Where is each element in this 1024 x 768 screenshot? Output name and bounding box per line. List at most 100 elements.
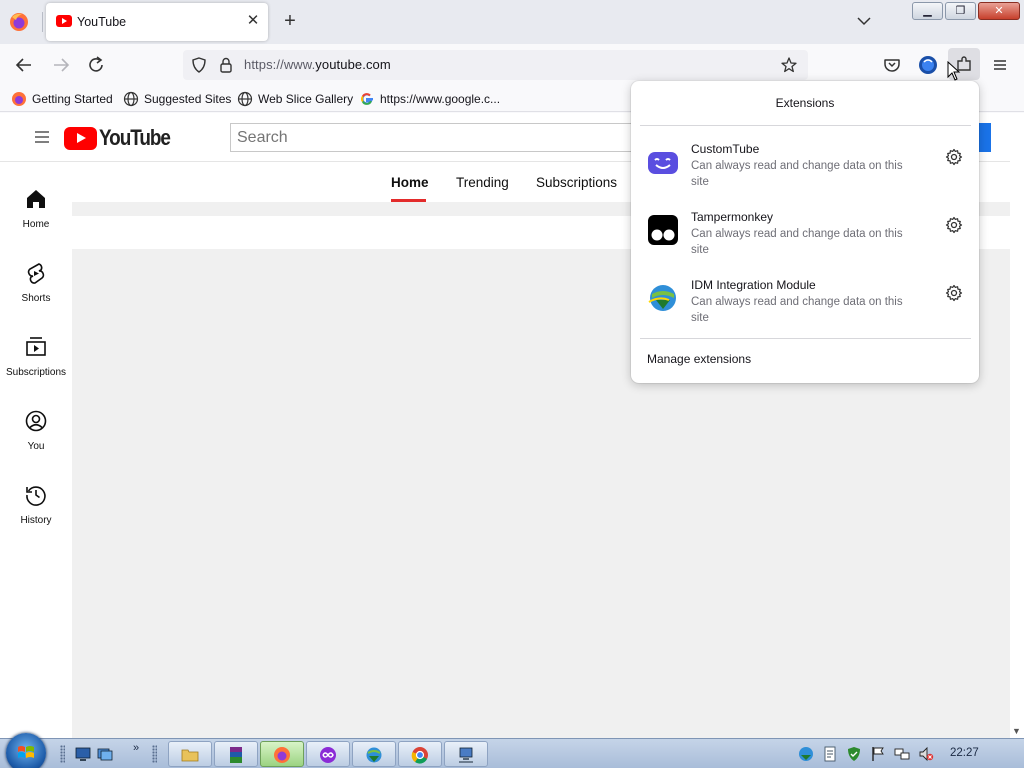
extensions-panel: Extensions CustomTube Can always read an… (631, 81, 979, 383)
bookmark-label: https://www.google.c... (380, 92, 501, 106)
divider (640, 338, 971, 339)
gear-icon[interactable] (945, 284, 963, 302)
bookmark-label: Web Slice Gallery (258, 92, 354, 106)
extensions-panel-title: Extensions (775, 96, 835, 110)
reload-icon[interactable] (84, 53, 108, 77)
taskbar-network-app-button[interactable] (444, 741, 488, 767)
close-window-button[interactable]: ✕ (978, 2, 1020, 20)
security-shield-tray-icon[interactable] (846, 746, 862, 762)
sidebar-item-label: History (20, 515, 52, 526)
forward-icon[interactable] (49, 53, 73, 77)
start-button[interactable] (6, 733, 46, 768)
sidebar-item-history[interactable]: History (0, 483, 72, 543)
manage-extensions-link[interactable]: Manage extensions (647, 352, 751, 366)
idm-icon (648, 285, 676, 311)
pocket-icon[interactable] (880, 53, 904, 77)
gear-icon[interactable] (945, 216, 963, 234)
gear-icon[interactable] (945, 148, 963, 166)
firefox-menu-icon[interactable] (8, 11, 30, 33)
document-tray-icon[interactable] (822, 746, 838, 762)
sidebar-item-label: You (27, 441, 45, 452)
taskbar-idm-button[interactable] (352, 741, 396, 767)
tab-trending[interactable]: Trending (456, 175, 509, 190)
extension-item-tampermonkey[interactable]: Tampermonkey Can always read and change … (631, 210, 979, 270)
bookmark-google[interactable]: https://www.google.c... (359, 91, 500, 107)
extension-item-idm[interactable]: IDM Integration Module Can always read a… (631, 278, 979, 338)
url-text[interactable]: https://www.youtube.com (244, 57, 391, 72)
scroll-down-arrow-icon[interactable]: ▼ (1012, 726, 1021, 736)
extension-name: CustomTube (691, 142, 760, 156)
taskbar-clock[interactable]: 22:27 (950, 747, 979, 759)
firefox-icon (274, 747, 290, 763)
volume-muted-icon[interactable] (918, 746, 934, 762)
tab-title: YouTube (77, 15, 127, 29)
taskbar-app-button[interactable] (306, 741, 350, 767)
window-controls: ▁ ❐ ✕ (912, 2, 1020, 20)
subscriptions-icon (26, 337, 46, 356)
app-menu-icon[interactable] (988, 53, 1012, 77)
back-icon[interactable] (12, 53, 36, 77)
tampermonkey-icon (648, 215, 678, 245)
taskbar-chrome-button[interactable] (398, 741, 442, 767)
network-tray-icon[interactable] (894, 746, 910, 762)
extension-item-customtube[interactable]: CustomTube Can always read and change da… (631, 142, 979, 202)
you-icon (25, 410, 47, 432)
bookmark-web-slice-gallery[interactable]: Web Slice Gallery (237, 91, 353, 107)
taskbar-explorer-button[interactable] (168, 741, 212, 767)
new-tab-button[interactable]: + (279, 10, 301, 32)
winrar-icon (230, 747, 242, 763)
folder-icon (181, 749, 199, 762)
divider (640, 125, 971, 126)
extension-name: Tampermonkey (691, 210, 774, 224)
show-desktop-icon[interactable] (75, 746, 91, 762)
tab-close-icon[interactable]: ✕ (244, 12, 262, 30)
chrome-icon (411, 747, 428, 764)
youtube-logo[interactable]: YouTube (64, 125, 181, 151)
sidebar-item-you[interactable]: You (0, 409, 72, 469)
infinity-app-icon (320, 747, 336, 763)
list-all-tabs-icon[interactable] (853, 10, 875, 32)
bookmark-getting-started[interactable]: Getting Started (11, 91, 113, 107)
youtube-favicon-icon (56, 15, 72, 27)
customtube-icon (648, 152, 678, 174)
tab-youtube[interactable]: YouTube ✕ (46, 3, 268, 41)
sidebar-item-home[interactable]: Home (0, 187, 72, 247)
tab-subscriptions[interactable]: Subscriptions (536, 175, 617, 190)
sidebar-item-subscriptions[interactable]: Subscriptions (0, 335, 72, 395)
network-computer-icon (459, 747, 473, 763)
sidebar-item-shorts[interactable]: Shorts (0, 261, 72, 321)
windows-logo-icon (18, 746, 34, 758)
idm-tray-icon[interactable] (798, 746, 814, 762)
tab-home[interactable]: Home (391, 175, 429, 190)
quick-launch-chevron-icon[interactable]: » (133, 742, 139, 754)
account-avatar-icon[interactable] (916, 53, 940, 77)
youtube-sidebar: Home Shorts Subscriptions You History (0, 162, 72, 738)
tab-separator (42, 12, 43, 32)
toolbar-grip[interactable] (60, 745, 65, 763)
extension-name: IDM Integration Module (691, 278, 816, 292)
guide-menu-icon[interactable] (34, 130, 50, 144)
windows-taskbar: » 22:27 (0, 733, 1024, 768)
toolbar-grip[interactable] (152, 745, 157, 763)
taskbar-winrar-button[interactable] (214, 741, 258, 767)
globe-icon (237, 91, 253, 107)
bookmark-label: Suggested Sites (144, 92, 232, 106)
sidebar-item-label: Home (22, 219, 50, 230)
switch-windows-icon[interactable] (97, 746, 113, 762)
tracking-protection-shield-icon[interactable] (190, 56, 208, 74)
bookmark-suggested-sites[interactable]: Suggested Sites (123, 91, 231, 107)
lock-icon[interactable] (218, 56, 234, 74)
action-center-flag-icon[interactable] (870, 746, 886, 762)
extension-permission-text: Can always read and change data on this … (691, 160, 903, 188)
sidebar-item-label: Shorts (21, 293, 51, 304)
minimize-button[interactable]: ▁ (912, 2, 943, 20)
url-bar[interactable]: https://www.youtube.com (183, 50, 808, 80)
bookmark-star-icon[interactable] (780, 56, 798, 74)
page-scrollbar[interactable]: ▼ (1010, 113, 1024, 738)
youtube-search-box[interactable] (230, 123, 650, 152)
idm-icon (366, 747, 382, 763)
restore-button[interactable]: ❐ (945, 2, 976, 20)
extension-permission-text: Can always read and change data on this … (691, 296, 903, 324)
taskbar-firefox-button[interactable] (260, 741, 304, 767)
search-input[interactable] (231, 124, 649, 151)
